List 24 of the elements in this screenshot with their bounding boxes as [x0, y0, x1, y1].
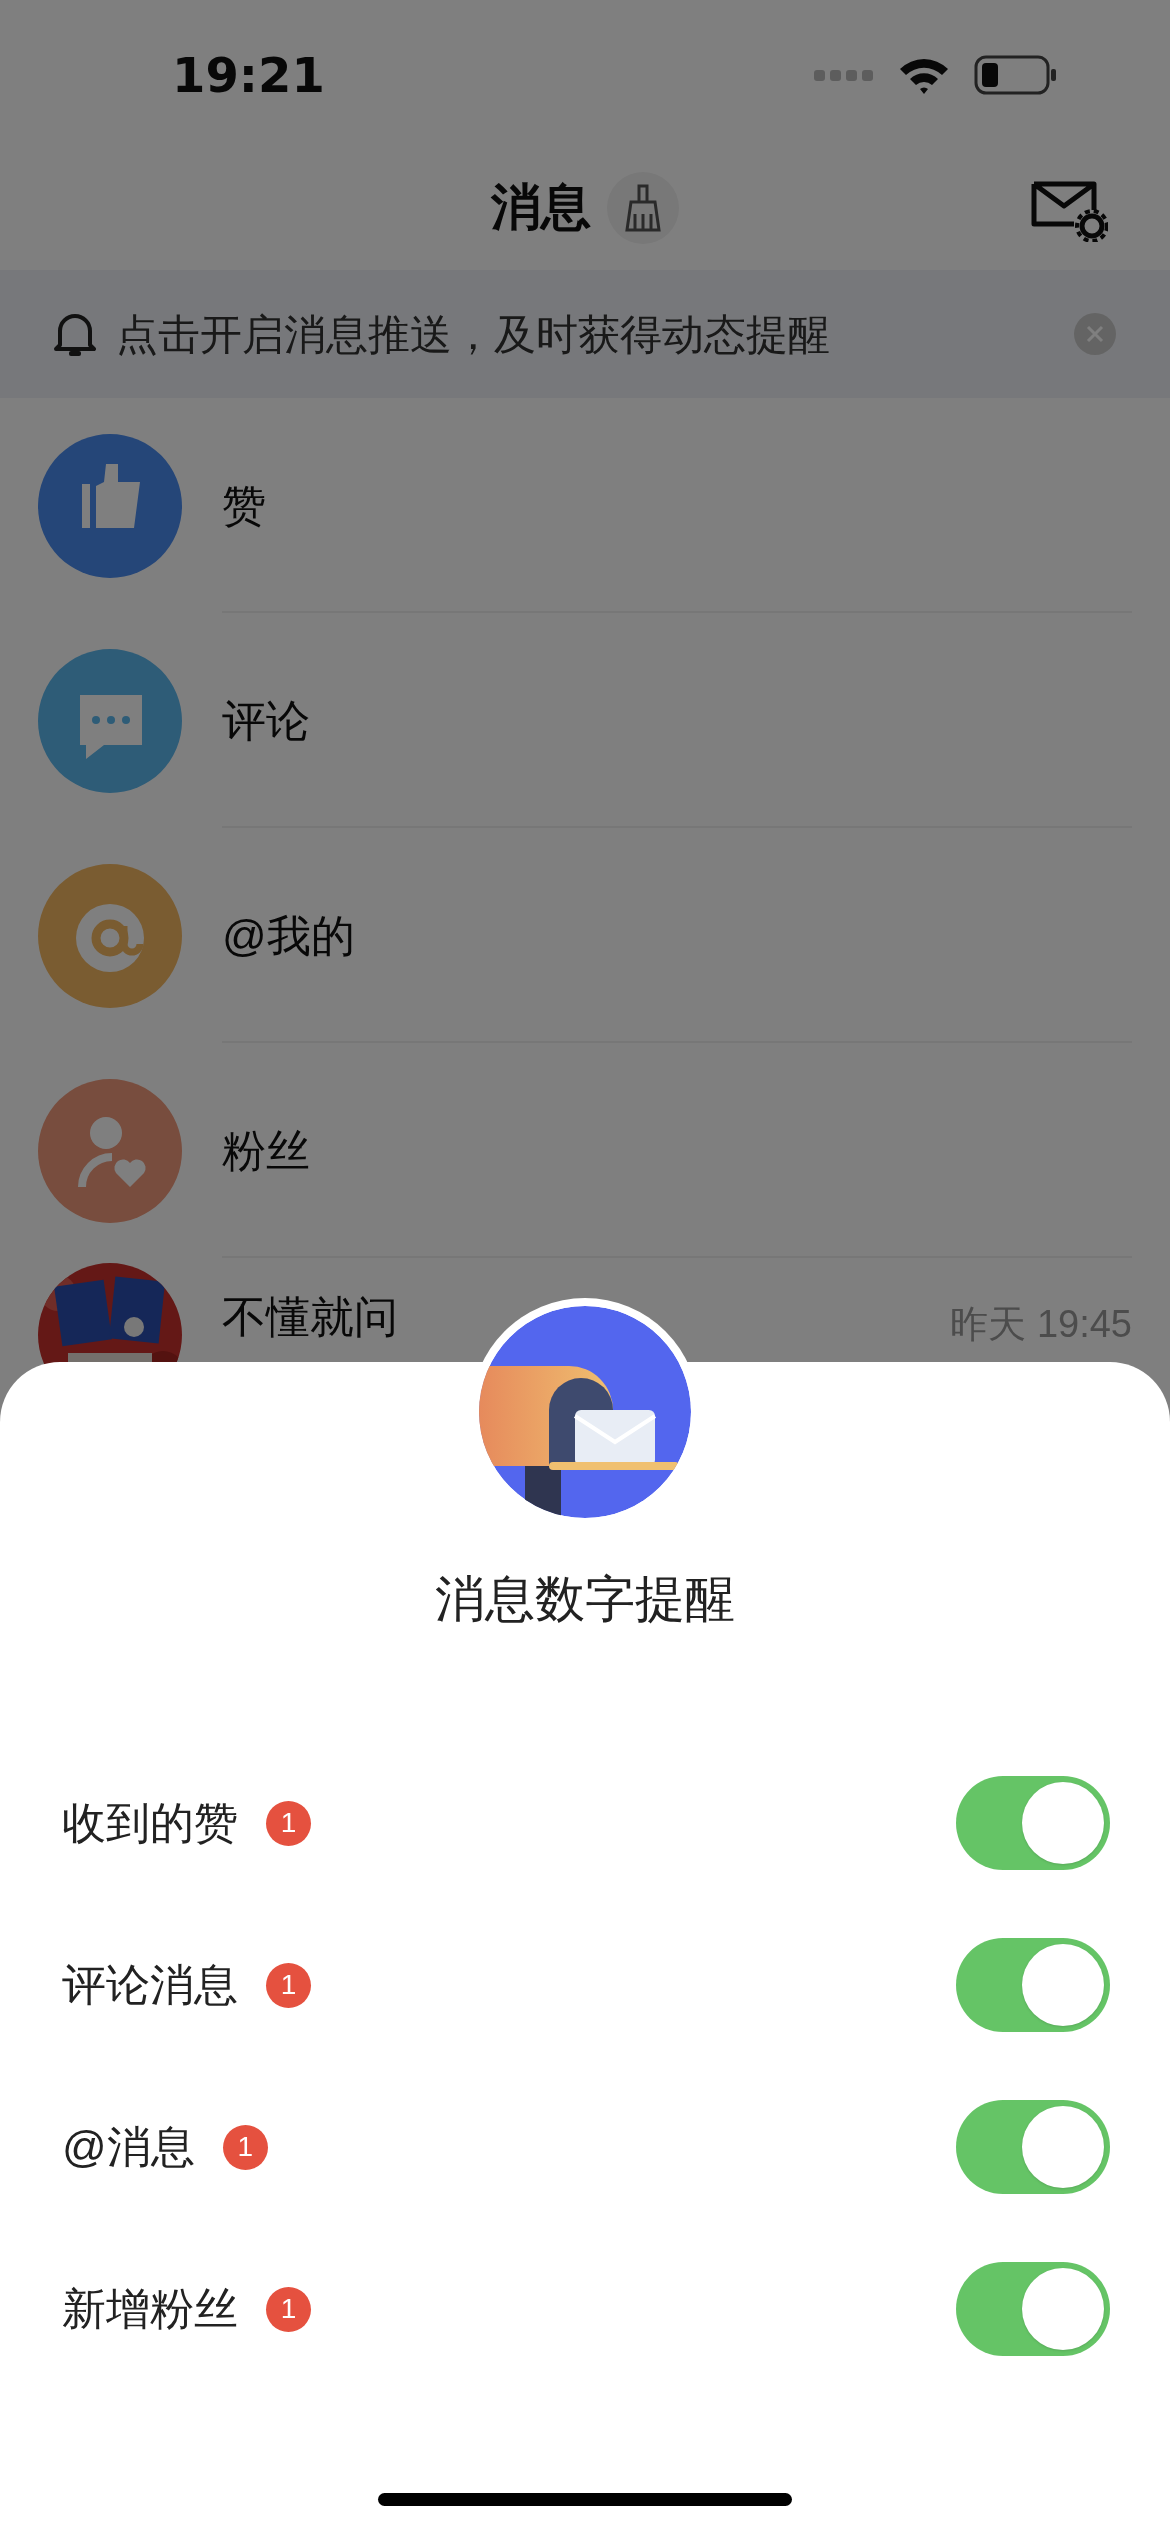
- conversation-name[interactable]: 赞: [222, 472, 266, 539]
- notice-text: 点击开启消息推送，及时获得动态提醒: [116, 309, 830, 360]
- status-time: 19:21: [172, 46, 325, 105]
- setting-label: 收到的赞: [62, 1797, 238, 1849]
- sheet-title: 消息数字提醒: [435, 1570, 735, 1629]
- setting-label: @消息: [62, 2121, 195, 2173]
- notice-bar[interactable]: 点击开启消息推送，及时获得动态提醒: [0, 270, 1170, 398]
- setting-label: 新增粉丝: [62, 2283, 238, 2335]
- count-badge: 1: [222, 2124, 268, 2170]
- close-icon: [1086, 325, 1104, 343]
- count-badge: 1: [266, 1962, 311, 2008]
- count-badge: 1: [266, 1800, 311, 1846]
- broom-icon: [623, 183, 663, 232]
- conversation-name[interactable]: 不懂就问: [222, 1284, 398, 1350]
- conversation-name[interactable]: @我的: [222, 902, 355, 969]
- conversation-name[interactable]: 评论: [222, 687, 310, 754]
- battery-icon: [974, 55, 1058, 95]
- conversation-name[interactable]: 粉丝: [222, 1117, 310, 1184]
- page-title: 消息: [491, 178, 591, 237]
- count-badge: 1: [266, 2286, 311, 2332]
- bell-icon: [54, 311, 96, 357]
- close-button[interactable]: [1074, 313, 1116, 355]
- cellular-signal-icon: [814, 68, 874, 82]
- setting-label: 评论消息: [62, 1959, 238, 2011]
